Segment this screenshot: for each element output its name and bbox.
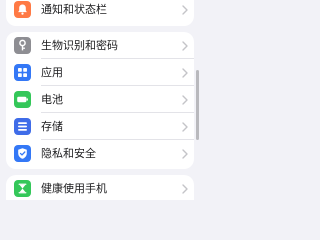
settings-item-privacy-security[interactable]: 隐私和安全 <box>6 140 194 167</box>
chevron-right-icon <box>182 95 188 105</box>
chevron-right-icon <box>182 184 188 194</box>
shield-check-icon <box>14 145 31 162</box>
settings-item-label: 隐私和安全 <box>41 147 96 160</box>
chevron-right-icon <box>182 149 188 159</box>
settings-item-battery[interactable]: 电池 <box>6 86 194 113</box>
settings-item-label: 健康使用手机 <box>41 182 107 195</box>
scrollbar[interactable] <box>196 70 199 140</box>
chevron-right-icon <box>182 41 188 51</box>
chevron-right-icon <box>182 68 188 78</box>
settings-item-biometrics-password[interactable]: 生物识别和密码 <box>6 32 194 59</box>
settings-item-digital-wellbeing[interactable]: 健康使用手机 <box>6 175 194 200</box>
settings-item-label: 电池 <box>41 93 63 106</box>
settings-item-label: 存储 <box>41 120 63 133</box>
settings-group-main: 生物识别和密码 应用 电池 存储 隐私和安全 <box>6 32 194 169</box>
settings-item-label: 应用 <box>41 66 63 79</box>
settings-item-notifications[interactable]: 通知和状态栏 <box>6 0 194 23</box>
bell-icon <box>14 1 31 18</box>
settings-item-label: 生物识别和密码 <box>41 39 118 52</box>
settings-group-top: 通知和状态栏 <box>6 0 194 26</box>
settings-item-apps[interactable]: 应用 <box>6 59 194 86</box>
key-icon <box>14 37 31 54</box>
settings-group-bottom: 健康使用手机 <box>6 175 194 200</box>
settings-item-label: 通知和状态栏 <box>41 3 107 16</box>
settings-item-storage[interactable]: 存储 <box>6 113 194 140</box>
apps-grid-icon <box>14 64 31 81</box>
storage-list-icon <box>14 118 31 135</box>
battery-icon <box>14 91 31 108</box>
chevron-right-icon <box>182 122 188 132</box>
hourglass-icon <box>14 180 31 197</box>
chevron-right-icon <box>182 5 188 15</box>
settings-screen: 通知和状态栏 生物识别和密码 应用 电池 存储 隐私和安全 健康使用手机 <box>0 0 200 200</box>
